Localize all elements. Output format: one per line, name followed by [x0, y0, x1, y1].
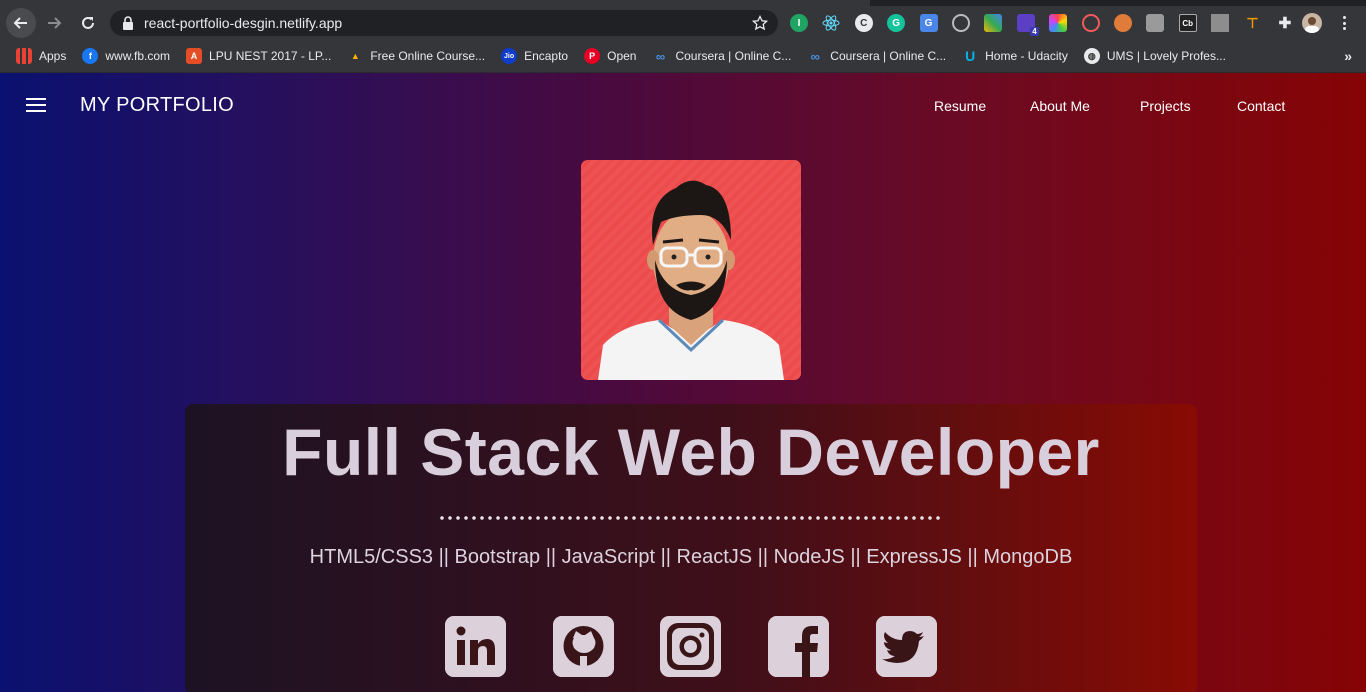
nav-resume[interactable]: Resume: [934, 98, 986, 114]
bookmark-udacity[interactable]: U Home - Udacity: [956, 44, 1074, 68]
bookmark-label: Coursera | Online C...: [830, 49, 947, 63]
skills-text: HTML5/CSS3 || Bootstrap || JavaScript ||…: [309, 546, 1073, 568]
github-icon[interactable]: [553, 616, 614, 677]
apps-grid-icon: [16, 48, 32, 64]
extensions-area: I C G G 4 Cb ⊤ ✚: [790, 10, 1308, 36]
coursera-icon: ∞: [810, 48, 820, 64]
bookmark-label: www.fb.com: [105, 49, 171, 63]
triangle-logo-icon: ▲: [350, 51, 360, 61]
hamburger-menu-icon[interactable]: [26, 98, 46, 112]
extension-target-icon[interactable]: [951, 14, 970, 32]
bookmark-label: Coursera | Online C...: [675, 49, 792, 63]
extension-badge-icon[interactable]: 4: [1016, 14, 1039, 36]
profile-avatar[interactable]: [1302, 13, 1322, 33]
profile-picture: [581, 160, 801, 380]
portfolio-page: MY PORTFOLIO Resume About Me Projects Co…: [0, 73, 1366, 692]
extension-monkey-icon[interactable]: [1113, 14, 1132, 32]
facebook-icon[interactable]: [768, 616, 829, 677]
browser-menu-icon[interactable]: [1336, 14, 1352, 32]
bookmark-open[interactable]: P Open: [578, 44, 642, 68]
jio-icon: Jio: [501, 48, 518, 64]
lock-icon: [123, 16, 133, 30]
bookmark-label: UMS | Lovely Profes...: [1106, 49, 1226, 63]
url-text: react-portfolio-desgin.netlify.app: [144, 15, 343, 31]
nav-about-me[interactable]: About Me: [1030, 98, 1090, 114]
bookmarks-bar: Apps f www.fb.com A LPU NEST 2017 - LP..…: [0, 40, 1366, 73]
forward-button[interactable]: [38, 7, 70, 39]
reload-icon: [82, 16, 94, 29]
arrow-right-icon: [48, 17, 62, 29]
pinterest-icon: P: [584, 48, 601, 64]
address-bar[interactable]: react-portfolio-desgin.netlify.app: [110, 10, 778, 36]
grammarly-icon[interactable]: G: [887, 14, 906, 32]
bookmark-lpu[interactable]: A LPU NEST 2017 - LP...: [180, 44, 337, 68]
extension-cb-icon[interactable]: Cb: [1178, 14, 1197, 32]
hero-title: Full Stack Web Developer: [282, 415, 1100, 489]
bookmark-star-icon[interactable]: [752, 15, 768, 31]
bookmark-ums[interactable]: ◍ UMS | Lovely Profes...: [1078, 44, 1232, 68]
globe-icon: ◍: [1083, 48, 1100, 64]
google-translate-icon[interactable]: G: [919, 14, 938, 32]
arrow-left-icon: [13, 17, 27, 29]
dotted-divider: [438, 515, 944, 521]
extension-orange-icon[interactable]: ⊤: [1243, 14, 1261, 32]
bookmark-label: Home - Udacity: [985, 49, 1068, 63]
extension-green-icon[interactable]: I: [790, 14, 808, 32]
bookmark-label: Free Online Course...: [370, 49, 486, 63]
twitter-icon[interactable]: [876, 616, 937, 677]
reload-button[interactable]: [72, 7, 104, 39]
udacity-icon: U: [965, 48, 976, 64]
linkedin-icon[interactable]: [445, 616, 506, 677]
coursera-icon: ∞: [655, 48, 666, 64]
bookmark-free-courses[interactable]: ▲ Free Online Course...: [341, 44, 491, 68]
lpu-icon: A: [186, 48, 203, 64]
bookmark-fb[interactable]: f www.fb.com: [76, 44, 176, 68]
bookmark-apps[interactable]: Apps: [10, 44, 72, 68]
nav-contact[interactable]: Contact: [1237, 98, 1285, 114]
extension-gray-square-icon[interactable]: [1211, 14, 1230, 32]
instagram-icon[interactable]: [660, 616, 721, 677]
facebook-icon: f: [82, 48, 99, 64]
extension-swirl-icon[interactable]: [1081, 14, 1100, 32]
bookmark-label: LPU NEST 2017 - LP...: [209, 49, 332, 63]
extension-colorpicker-icon[interactable]: [1049, 14, 1068, 32]
back-button[interactable]: [6, 8, 36, 38]
bookmark-label: Apps: [39, 49, 67, 63]
brand-title[interactable]: MY PORTFOLIO: [80, 94, 234, 117]
bookmark-coursera-2[interactable]: ∞ Coursera | Online C...: [801, 44, 952, 68]
extensions-puzzle-icon[interactable]: ✚: [1276, 14, 1294, 32]
react-devtools-icon[interactable]: [822, 14, 840, 32]
browser-toolbar: react-portfolio-desgin.netlify.app I C G…: [0, 6, 1366, 40]
extension-white-circle-icon[interactable]: C: [854, 14, 873, 32]
bookmark-label: Open: [607, 49, 637, 63]
extension-camera-icon[interactable]: [1146, 14, 1165, 32]
bookmark-label: Encapto: [524, 49, 569, 63]
extension-badge-count: 4: [1030, 27, 1039, 36]
nav-projects[interactable]: Projects: [1140, 98, 1191, 114]
bookmark-encapto[interactable]: Jio Encapto: [495, 44, 574, 68]
hero-card: Full Stack Web Developer HTML5/CSS3 || B…: [185, 404, 1197, 692]
bookmark-coursera-1[interactable]: ∞ Coursera | Online C...: [646, 44, 797, 68]
more-bookmarks-icon[interactable]: »: [1344, 48, 1352, 64]
extension-cube-icon[interactable]: [984, 14, 1003, 32]
